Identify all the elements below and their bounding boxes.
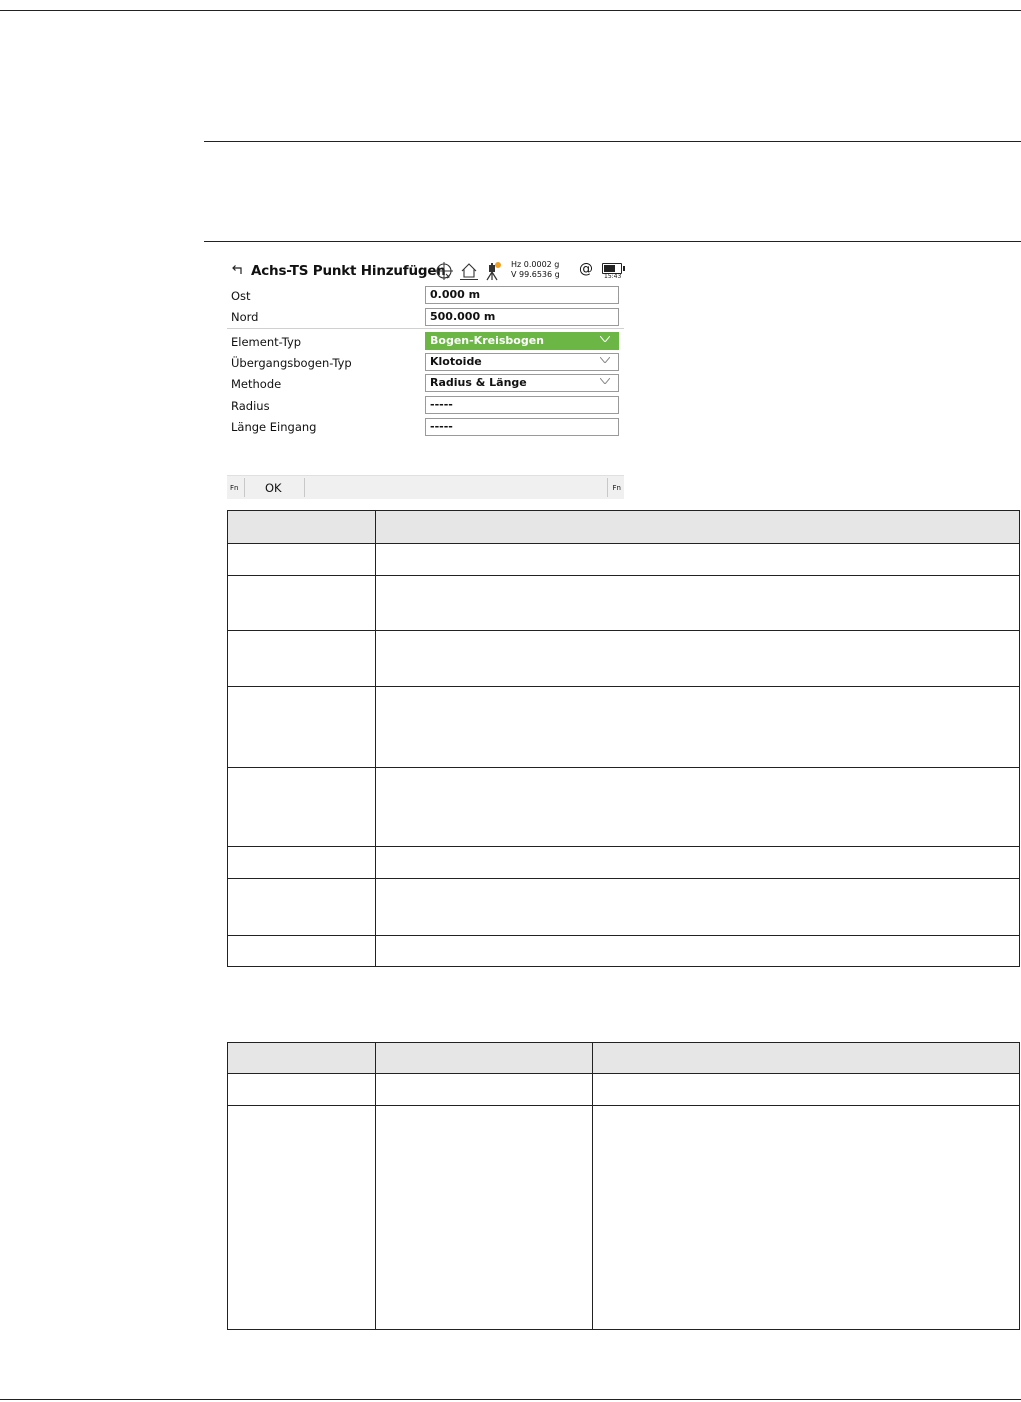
table-cell [227, 767, 376, 847]
table-header-cell [375, 1042, 593, 1074]
table-cell [375, 935, 1020, 967]
fn-left-key[interactable]: Fn [230, 484, 238, 492]
field-label-radius: Radius [231, 399, 270, 413]
table-row [227, 1105, 1020, 1330]
table-row [227, 686, 1020, 768]
field-label-methode: Methode [231, 377, 282, 391]
table-cell [227, 878, 376, 936]
top-rule [0, 10, 1021, 11]
table-row [227, 543, 1020, 576]
table-header-cell [375, 510, 1020, 544]
table-header-cell [227, 1042, 376, 1074]
table-cell [375, 630, 1020, 687]
table-row [227, 846, 1020, 879]
fn-right-key[interactable]: Fn [613, 484, 621, 492]
softkey-divider [607, 478, 608, 497]
v-readout: V 99.6536 g [511, 270, 560, 279]
table-cell [375, 686, 1020, 768]
table-cell [227, 1105, 376, 1330]
table-cell [227, 846, 376, 879]
element-typ-value: Bogen-Kreisbogen [430, 334, 544, 347]
table-cell [375, 1105, 593, 1330]
softkey-bar: Fn OK Fn [227, 475, 624, 499]
section-rule [204, 141, 1021, 142]
device-screen: Achs-TS Punkt Hinzufügen Hz 0.0002 g V 9… [227, 258, 625, 499]
table-cell [592, 1105, 1020, 1330]
at-icon[interactable]: @ [579, 261, 593, 277]
clock-time: 15:43 [604, 273, 622, 280]
radius-input[interactable]: ----- [425, 396, 619, 414]
crosshair-icon[interactable] [434, 261, 454, 281]
back-arrow-icon[interactable] [230, 263, 244, 277]
table-cell [375, 878, 1020, 936]
description-table [227, 510, 1020, 967]
ost-input[interactable]: 0.000 m [425, 286, 619, 304]
table-row [227, 630, 1020, 687]
options-table [227, 1042, 1020, 1330]
nord-input[interactable]: 500.000 m [425, 308, 619, 326]
table-cell [375, 575, 1020, 631]
softkey-divider [304, 478, 305, 497]
chevron-down-icon [600, 378, 610, 384]
home-icon[interactable] [459, 261, 479, 281]
table-cell [375, 767, 1020, 847]
table-row [227, 878, 1020, 936]
table-cell [227, 630, 376, 687]
screen-title: Achs-TS Punkt Hinzufügen [251, 263, 446, 279]
section-rule [204, 241, 1021, 242]
table-row [227, 1073, 1020, 1106]
hz-readout: Hz 0.0002 g [511, 260, 560, 269]
title-bar: Achs-TS Punkt Hinzufügen Hz 0.0002 g V 9… [227, 258, 625, 284]
table-header-cell [227, 510, 376, 544]
table-cell [227, 575, 376, 631]
table-cell [375, 1073, 593, 1106]
table-header-cell [592, 1042, 1020, 1074]
element-typ-select[interactable]: Bogen-Kreisbogen [425, 332, 619, 350]
laenge-eingang-input[interactable]: ----- [425, 418, 619, 436]
ok-softkey[interactable]: OK [265, 481, 282, 495]
table-header-row [227, 510, 1020, 544]
table-cell [227, 686, 376, 768]
table-row [227, 575, 1020, 631]
methode-value: Radius & Länge [430, 376, 527, 389]
table-cell [592, 1073, 1020, 1106]
field-label-uebergangsbogen-typ: Übergangsbogen-Typ [231, 356, 352, 370]
table-row [227, 935, 1020, 967]
methode-select[interactable]: Radius & Länge [425, 374, 619, 392]
chevron-down-icon [600, 336, 610, 342]
field-label-laenge-eingang: Länge Eingang [231, 420, 317, 434]
field-label-ost: Ost [231, 289, 251, 303]
table-cell [227, 543, 376, 576]
table-cell [375, 846, 1020, 879]
bottom-rule [0, 1399, 1021, 1400]
field-separator [227, 328, 624, 329]
field-label-nord: Nord [231, 310, 259, 324]
softkey-divider [244, 478, 245, 497]
table-cell [227, 1073, 376, 1106]
instrument-icon[interactable] [483, 261, 503, 281]
table-header-row [227, 1042, 1020, 1074]
table-row [227, 767, 1020, 847]
uebergangsbogen-typ-select[interactable]: Klotoide [425, 353, 619, 371]
uebergangsbogen-typ-value: Klotoide [430, 355, 482, 368]
field-label-element-typ: Element-Typ [231, 335, 302, 349]
table-cell [227, 935, 376, 967]
chevron-down-icon [600, 357, 610, 363]
table-cell [375, 543, 1020, 576]
